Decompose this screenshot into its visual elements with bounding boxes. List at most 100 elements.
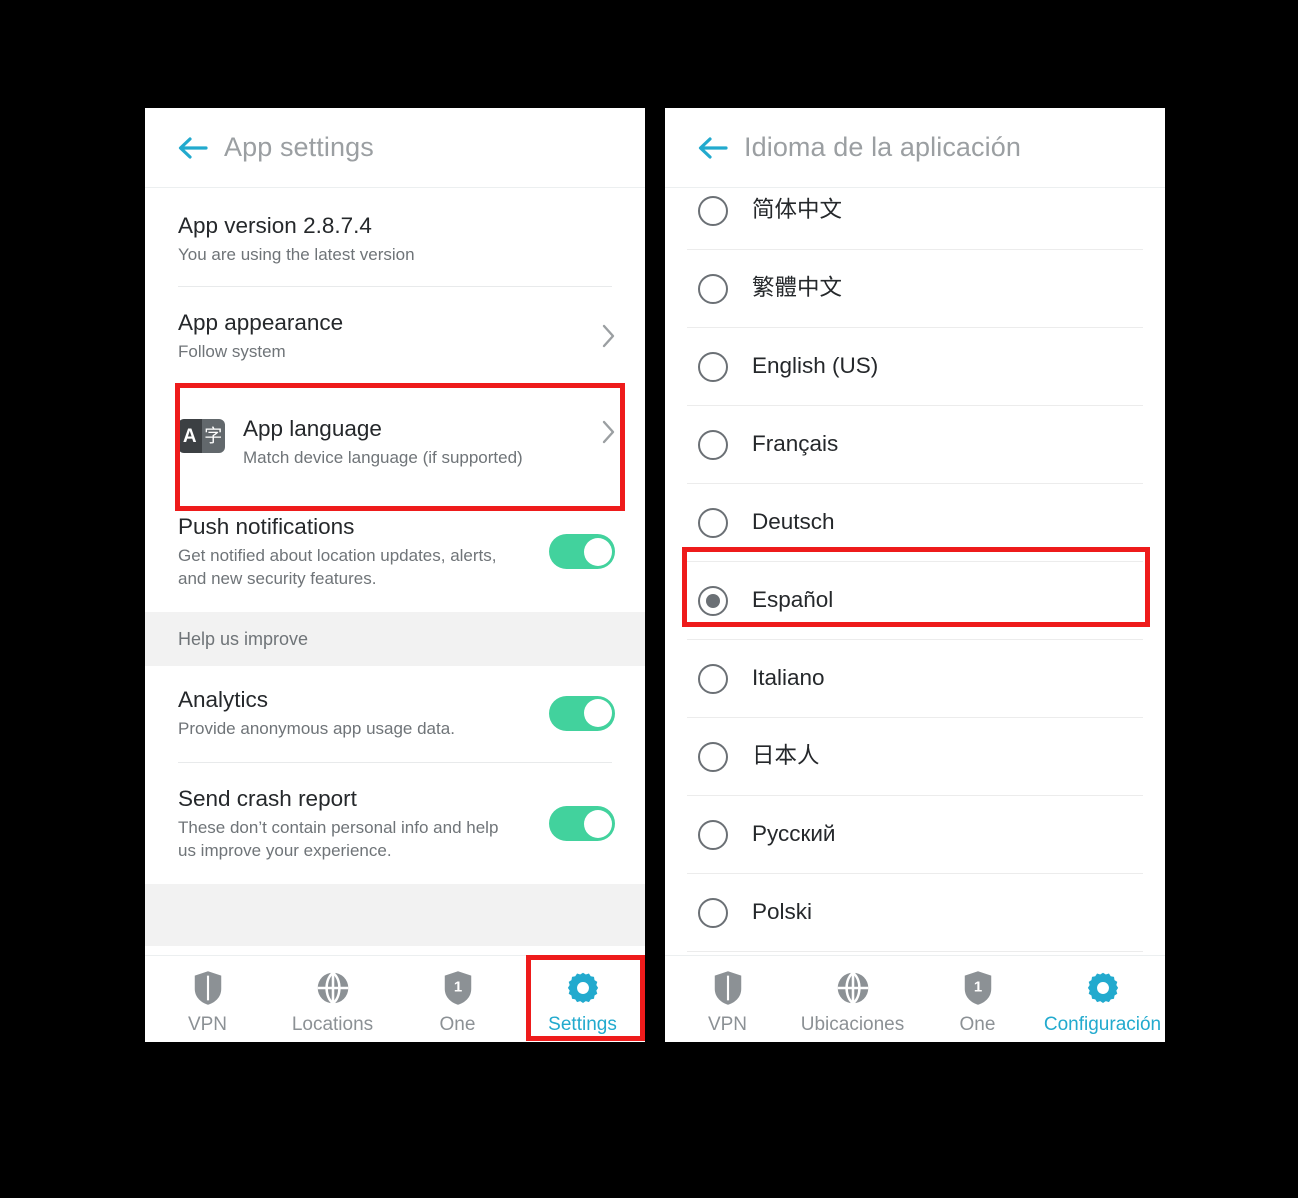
svg-text:1: 1 (453, 978, 461, 995)
nav-label: One (439, 1013, 476, 1035)
language-option[interactable]: English (US) (665, 328, 1165, 405)
gear-icon (1085, 969, 1121, 1007)
nav-label: Configuración (1043, 1013, 1162, 1035)
radio-button[interactable] (698, 741, 728, 772)
language-option-label: 简体中文 (752, 197, 843, 223)
app-version-subtitle: You are using the latest version (178, 245, 415, 264)
nav-item-one[interactable]: 1 One (915, 956, 1040, 1042)
list-item-push-notifications[interactable]: Push notifications Get notified about lo… (145, 499, 645, 612)
language-option-label: Polski (752, 899, 813, 925)
nav-item-vpn[interactable]: VPN (145, 956, 270, 1042)
list-item-app-appearance[interactable]: App appearance Follow system (145, 287, 645, 385)
radio-button-selected[interactable] (698, 585, 728, 616)
list-item-analytics[interactable]: Analytics Provide anonymous app usage da… (145, 666, 645, 762)
app-language-appbar: Idioma de la aplicación (665, 108, 1165, 188)
language-list[interactable]: 简体中文繁體中文 English (US) Français Deutsch Españ… (665, 188, 1165, 955)
radio-button[interactable] (698, 351, 728, 382)
bottom-navigation-bar: VPN Locations 1 One Settings (145, 955, 645, 1042)
nav-label: Ubicaciones (800, 1013, 905, 1035)
nav-label: VPN (707, 1013, 748, 1035)
radio-button[interactable] (698, 273, 728, 304)
language-option-label: Deutsch (752, 509, 835, 535)
shield-icon (193, 969, 223, 1007)
globe-icon (316, 969, 350, 1007)
radio-button[interactable] (698, 429, 728, 460)
radio-button[interactable] (698, 195, 728, 226)
nav-item-one[interactable]: 1 One (395, 956, 520, 1042)
section-header-help-us-improve: Help us improve (145, 612, 645, 666)
language-option-label: Русский (752, 821, 836, 847)
shield-one-icon: 1 (963, 969, 993, 1007)
language-option[interactable]: Italiano (665, 640, 1165, 717)
page-title: App settings (224, 132, 374, 162)
language-option-label: 繁體中文 (752, 275, 843, 301)
shield-icon (713, 969, 743, 1007)
language-option[interactable]: Deutsch (665, 484, 1165, 561)
nav-label: Locations (291, 1013, 374, 1035)
nav-item-settings[interactable]: Configuración (1040, 956, 1165, 1042)
language-option[interactable]: 日本人 (665, 718, 1165, 795)
language-option-label: English (US) (752, 353, 879, 379)
nav-item-locations[interactable]: Ubicaciones (790, 956, 915, 1042)
nav-label: VPN (187, 1013, 228, 1035)
language-option-label: Español (752, 587, 834, 613)
list-bottom-filler (145, 884, 645, 946)
send-crash-report-toggle[interactable] (549, 806, 615, 841)
app-settings-screen: App settings App version 2.8.7.4 You are… (145, 108, 645, 1042)
language-option-label: Français (752, 431, 839, 457)
nav-item-locations[interactable]: Locations (270, 956, 395, 1042)
toggle-knob (583, 537, 612, 566)
list-item-app-language[interactable]: A 字 App language Match device language (… (145, 385, 645, 499)
shield-one-icon: 1 (443, 969, 473, 1007)
gear-icon (565, 969, 601, 1007)
nav-label: One (959, 1013, 996, 1035)
list-item-send-crash-report[interactable]: Send crash report These don’t contain pe… (145, 763, 645, 884)
app-language-icon: A 字 (178, 419, 225, 453)
radio-button[interactable] (698, 897, 728, 928)
radio-button[interactable] (698, 819, 728, 850)
push-notifications-title: Push notifications (178, 514, 355, 539)
app-version-title: App version 2.8.7.4 (178, 213, 372, 238)
divider (687, 951, 1143, 952)
app-language-title: App language (243, 416, 382, 441)
language-option-label: 日本人 (752, 743, 820, 769)
analytics-subtitle: Provide anonymous app usage data. (178, 719, 455, 738)
app-appearance-title: App appearance (178, 310, 344, 335)
toggle-knob (583, 699, 612, 727)
push-notifications-subtitle: Get notified about location updates, ale… (178, 546, 497, 588)
send-crash-report-subtitle: These don’t contain personal info and he… (178, 818, 499, 860)
nav-item-settings[interactable]: Settings (520, 956, 645, 1042)
bottom-navigation-bar: VPN Ubicaciones 1 One Configuración (665, 955, 1165, 1042)
radio-button[interactable] (698, 663, 728, 694)
svg-text:1: 1 (973, 978, 981, 995)
page-title: Idioma de la aplicación (744, 132, 1021, 162)
push-notifications-toggle[interactable] (549, 534, 615, 569)
back-arrow-icon[interactable] (695, 131, 729, 165)
language-option[interactable]: 简体中文 (665, 188, 1165, 249)
language-option[interactable]: Español (665, 562, 1165, 639)
app-appearance-subtitle: Follow system (178, 342, 286, 361)
language-option[interactable]: Русский (665, 796, 1165, 873)
language-option[interactable]: Français (665, 406, 1165, 483)
analytics-toggle[interactable] (549, 695, 615, 731)
globe-icon (836, 969, 870, 1007)
nav-label: Settings (548, 1013, 617, 1035)
app-settings-list: App version 2.8.7.4 You are using the la… (145, 188, 645, 946)
language-option-label: Italiano (752, 665, 825, 691)
app-language-icon-latin-glyph: A (178, 419, 202, 453)
analytics-title: Analytics (178, 687, 269, 712)
nav-item-vpn[interactable]: VPN (665, 956, 790, 1042)
app-language-icon-cjk-glyph: 字 (201, 419, 225, 453)
language-option[interactable]: 繁體中文 (665, 250, 1165, 327)
chevron-right-icon (602, 420, 615, 444)
language-option[interactable]: Polski (665, 874, 1165, 951)
send-crash-report-title: Send crash report (178, 786, 357, 811)
app-language-screen: Idioma de la aplicación 简体中文繁體中文 English … (665, 108, 1165, 1042)
toggle-knob (583, 809, 612, 838)
app-settings-appbar: App settings (145, 108, 645, 188)
chevron-right-icon (602, 324, 615, 348)
screenshot-stage: App settings App version 2.8.7.4 You are… (0, 0, 1298, 1198)
radio-button[interactable] (698, 507, 728, 538)
back-arrow-icon[interactable] (175, 131, 209, 165)
list-item-app-version: App version 2.8.7.4 You are using the la… (145, 188, 645, 286)
